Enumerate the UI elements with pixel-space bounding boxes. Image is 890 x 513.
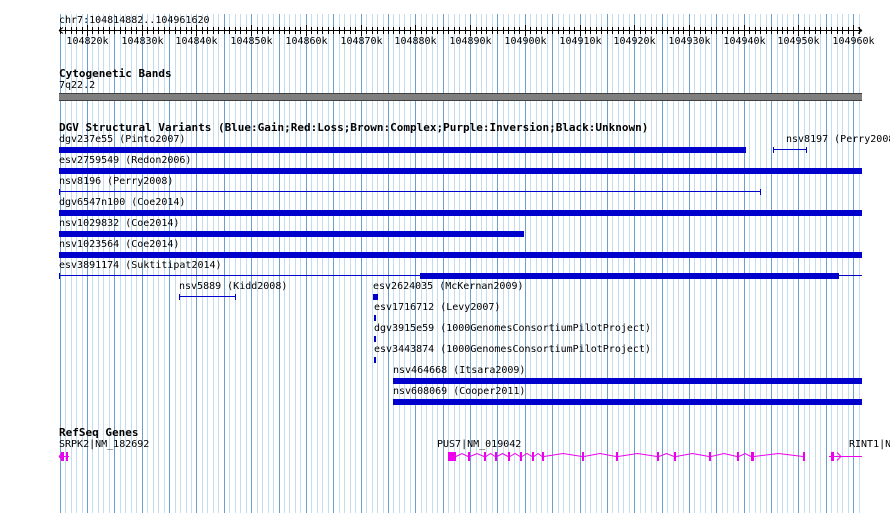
gene-intron: [496, 452, 509, 457]
gene-exon: [803, 452, 805, 461]
gene-intron: [738, 452, 752, 457]
gene-exon: [508, 452, 510, 461]
gene-exon: [532, 452, 534, 461]
gene-intron: [543, 452, 583, 457]
gene-exon: [484, 452, 486, 461]
gene-exon: [468, 452, 470, 461]
gene-intron: [753, 452, 804, 457]
gene-exon: [66, 452, 68, 461]
gene-intron: [485, 452, 496, 457]
gene-intron: [617, 452, 658, 457]
gene-exon: [831, 452, 834, 461]
gene-intron: [710, 452, 738, 457]
gene-exon: [582, 452, 584, 461]
gene-exon: [709, 452, 711, 461]
gene-exon: [495, 452, 497, 461]
refseq-gene-glyphs: [58, 452, 862, 461]
gene-exon: [737, 452, 739, 461]
gene-intron: [533, 452, 543, 457]
gene-intron: [469, 452, 485, 457]
gene-intron: [675, 452, 710, 457]
gene-exon: [542, 452, 544, 461]
gene-intron: [583, 452, 617, 457]
gene-exon: [616, 452, 618, 461]
gene-exon: [448, 452, 456, 461]
gene-intron: [455, 452, 469, 457]
gene-intron: [509, 452, 521, 457]
gene-intron: [658, 452, 675, 457]
gene-exon: [520, 452, 522, 461]
gene-intron: [521, 452, 533, 457]
gene-exon: [657, 452, 659, 461]
gene-exon: [751, 452, 754, 461]
gene-exon: [674, 452, 676, 461]
